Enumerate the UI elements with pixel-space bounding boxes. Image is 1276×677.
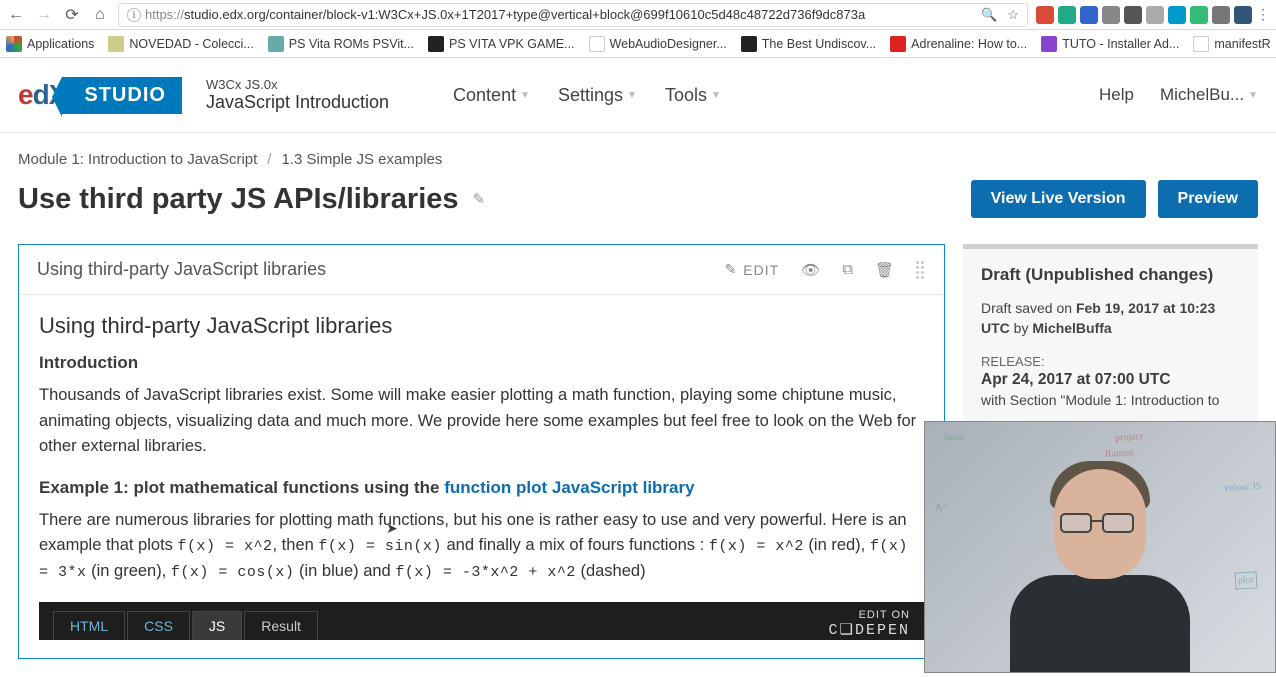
publish-sidebar: Draft (Unpublished changes) Draft saved … [963,244,1258,427]
browser-menu-icon[interactable]: ⋮ [1256,6,1270,23]
bookmark-item[interactable]: The Best Undiscov... [741,36,876,52]
site-info-icon[interactable]: i [127,8,141,22]
breadcrumb-section[interactable]: 1.3 Simple JS examples [281,151,442,168]
preview-button[interactable]: Preview [1158,180,1258,218]
ext-icon[interactable] [1102,6,1120,24]
reload-button[interactable]: ⟳ [62,5,82,25]
release-date: Apr 24, 2017 at 07:00 UTC [981,371,1240,389]
page-title: Use third party JS APIs/libraries [18,183,459,216]
course-code: W3Cx JS.0x [206,77,389,92]
ext-icon[interactable] [1234,6,1252,24]
intro-heading: Introduction [39,353,924,373]
draft-saved-text: Draft saved on Feb 19, 2017 at 10:23 UTC… [981,299,1240,338]
help-link[interactable]: Help [1099,85,1134,105]
zoom-icon[interactable]: 🔍 [981,7,997,23]
function-plot-link[interactable]: function plot JavaScript library [444,478,694,497]
logo[interactable]: edX STUDIO [18,77,182,114]
nav-settings[interactable]: Settings▼ [558,85,637,106]
ext-icon[interactable] [1036,6,1054,24]
codepen-embed-header: HTML CSS JS Result EDIT ON C❏DEPEN [39,602,924,640]
release-label: RELEASE: [981,354,1240,369]
nav-tools[interactable]: Tools▼ [665,85,721,106]
duplicate-icon[interactable]: ⧉ [842,261,853,278]
home-button[interactable]: ⌂ [90,6,110,24]
extension-icons: ⋮ [1036,6,1270,24]
codepen-tab-result[interactable]: Result [244,611,318,640]
ext-icon[interactable] [1168,6,1186,24]
codepen-tab-html[interactable]: HTML [53,611,125,640]
bookmark-star-icon[interactable]: ☆ [1007,7,1019,23]
codepen-tab-css[interactable]: CSS [127,611,190,640]
bookmark-item[interactable]: Applications [6,36,94,52]
block-title: Using third-party JavaScript libraries [37,259,326,280]
bookmark-item[interactable]: TUTO - Installer Ad... [1041,36,1179,52]
back-button[interactable]: ← [6,6,26,24]
main-nav: Content▼ Settings▼ Tools▼ [453,85,721,106]
pencil-icon: ✎ [725,261,738,278]
browser-toolbar: ← → ⟳ ⌂ i https://studio.edx.org/contain… [0,0,1276,30]
bookmark-item[interactable]: manifestR [1193,36,1270,52]
url-text: https://studio.edx.org/container/block-v… [145,7,981,22]
ext-icon[interactable] [1212,6,1230,24]
codepen-tab-js[interactable]: JS [192,611,242,640]
studio-header: edX STUDIO W3Cx JS.0x JavaScript Introdu… [0,58,1276,133]
course-title[interactable]: JavaScript Introduction [206,92,389,113]
ext-icon[interactable] [1146,6,1164,24]
pencil-icon[interactable]: ✎ [473,190,486,208]
example-heading: Example 1: plot mathematical functions u… [39,478,924,498]
nav-content[interactable]: Content▼ [453,85,530,106]
breadcrumb: Module 1: Introduction to JavaScript / 1… [18,151,1258,168]
bookmark-item[interactable]: Adrenaline: How to... [890,36,1027,52]
view-live-button[interactable]: View Live Version [971,180,1146,218]
address-bar[interactable]: i https://studio.edx.org/container/block… [118,3,1028,27]
user-menu[interactable]: MichelBu...▼ [1160,85,1258,105]
breadcrumb-sep: / [267,151,271,168]
bookmark-item[interactable]: WebAudioDesigner... [589,36,727,52]
bookmark-item[interactable]: PS VITA VPK GAME... [428,36,575,52]
codepen-edit-link[interactable]: EDIT ON C❏DEPEN [829,609,910,640]
bookmark-item[interactable]: NOVEDAD - Colecci... [108,36,253,52]
publish-status-title: Draft (Unpublished changes) [981,265,1240,285]
bookmark-item[interactable]: PS Vita ROMs PSVit... [268,36,414,52]
release-section-text: with Section "Module 1: Introduction to [981,391,1240,411]
webcam-overlay: buon project Ramon A= plot velosc JS [924,421,1276,673]
bookmarks-bar: Applications NOVEDAD - Colecci... PS Vit… [0,30,1276,58]
content-block: Using third-party JavaScript libraries ✎… [18,244,945,659]
forward-button[interactable]: → [34,6,54,24]
ext-icon[interactable] [1124,6,1142,24]
ext-icon[interactable] [1058,6,1076,24]
ext-icon[interactable] [1080,6,1098,24]
trash-icon[interactable]: 🗑 [875,261,894,279]
ext-icon[interactable] [1190,6,1208,24]
content-heading: Using third-party JavaScript libraries [39,313,924,339]
course-meta: W3Cx JS.0x JavaScript Introduction [206,77,389,113]
edit-button[interactable]: ✎EDIT [725,261,780,278]
breadcrumb-module[interactable]: Module 1: Introduction to JavaScript [18,151,257,168]
visibility-icon[interactable]: 👁 [801,261,820,279]
drag-handle-icon[interactable] [916,261,926,279]
example-paragraph: There are numerous libraries for plottin… [39,508,924,585]
intro-paragraph: Thousands of JavaScript libraries exist.… [39,383,924,460]
